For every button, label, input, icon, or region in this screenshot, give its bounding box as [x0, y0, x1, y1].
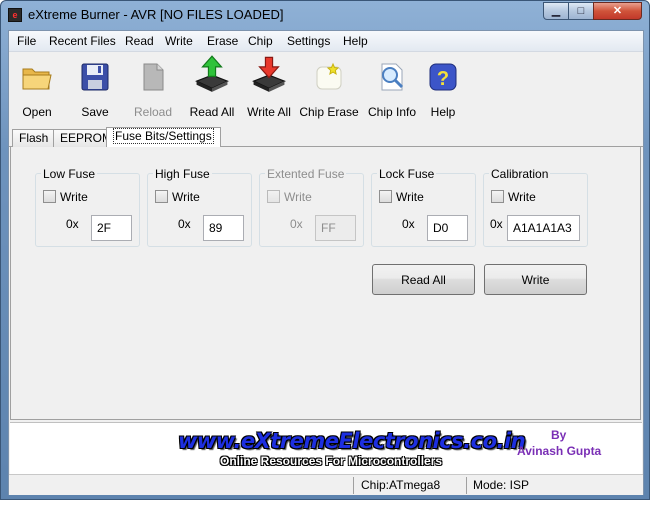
tab-fuse-bits-settings-label: Fuse Bits/Settings	[113, 128, 214, 144]
maximize-button[interactable]: □	[568, 2, 594, 20]
status-separator	[353, 477, 354, 494]
client-area: File Recent Files Read Write Erase Chip …	[8, 30, 644, 495]
banner-tagline: Online Resources For Microcontrollers	[220, 454, 443, 468]
lock-fuse-input[interactable]: D0	[427, 215, 468, 241]
magnifier-icon	[381, 63, 404, 91]
lock-fuse-hex-prefix: 0x	[402, 217, 415, 231]
app-window: e eXtreme Burner - AVR [NO FILES LOADED]…	[0, 0, 650, 500]
eraser-icon	[316, 62, 342, 90]
chip-erase-button[interactable]: Chip Erase	[294, 59, 364, 119]
low-fuse-group: Low Fuse Write 0x 2F	[35, 167, 140, 247]
document-icon	[143, 63, 164, 91]
calibration-input[interactable]: A1A1A1A3	[507, 215, 580, 241]
window-title: eXtreme Burner - AVR [NO FILES LOADED]	[28, 7, 284, 22]
lock-fuse-write-checkbox[interactable]	[379, 190, 392, 203]
lock-fuse-title: Lock Fuse	[377, 167, 437, 181]
extended-fuse-write-label: Write	[284, 190, 312, 204]
low-fuse-title: Low Fuse	[41, 167, 98, 181]
tab-fuse-bits-settings[interactable]: Fuse Bits/Settings	[106, 127, 221, 148]
calibration-hex-prefix: 0x	[490, 217, 503, 231]
lock-fuse-group: Lock Fuse Write 0x D0	[371, 167, 476, 247]
close-button[interactable]: ✕	[593, 2, 642, 20]
write-fuses-button[interactable]: Write	[484, 264, 587, 295]
chip-write-icon	[252, 56, 286, 92]
footer-banner: www.eXtremeElectronics.co.in Online Reso…	[10, 422, 642, 474]
high-fuse-title: High Fuse	[153, 167, 212, 181]
read-all-fuses-button[interactable]: Read All	[372, 264, 475, 295]
tab-strip: Flash EEPROM Fuse Bits/Settings	[9, 127, 643, 148]
menu-erase[interactable]: Erase	[207, 34, 238, 48]
menu-chip[interactable]: Chip	[248, 34, 273, 48]
app-icon[interactable]: e	[8, 8, 22, 22]
menu-help[interactable]: Help	[343, 34, 368, 48]
extended-fuse-input[interactable]: FF	[315, 215, 356, 241]
low-fuse-input[interactable]: 2F	[91, 215, 132, 241]
maximize-icon: □	[577, 5, 585, 17]
calibration-title: Calibration	[489, 167, 551, 181]
help-button[interactable]: ? Help	[408, 59, 478, 119]
extended-fuse-hex-prefix: 0x	[290, 217, 303, 231]
menu-read[interactable]: Read	[125, 34, 154, 48]
menu-settings[interactable]: Settings	[287, 34, 330, 48]
minimize-button[interactable]: ▁	[543, 2, 569, 20]
high-fuse-hex-prefix: 0x	[178, 217, 191, 231]
floppy-icon	[81, 63, 109, 91]
tab-flash[interactable]: Flash	[12, 129, 56, 147]
extended-fuse-group: Extented Fuse Write 0x FF	[259, 167, 364, 247]
lock-fuse-write-label: Write	[396, 190, 424, 204]
close-icon: ✕	[612, 5, 623, 17]
banner-url[interactable]: www.eXtremeElectronics.co.in	[178, 429, 526, 453]
extended-fuse-title: Extented Fuse	[265, 167, 347, 181]
chip-erase-label: Chip Erase	[299, 105, 359, 119]
high-fuse-write-label: Write	[172, 190, 200, 204]
status-mode: Mode: ISP	[473, 478, 530, 492]
folder-icon	[22, 68, 52, 90]
help-glyph: ?	[437, 68, 449, 90]
high-fuse-write-checkbox[interactable]	[155, 190, 168, 203]
banner-author: Avinash Gupta	[517, 444, 602, 458]
status-separator	[466, 477, 467, 494]
status-chip: Chip:ATmega8	[361, 478, 441, 492]
high-fuse-group: High Fuse Write 0x 89	[147, 167, 252, 247]
menu-bar: File Recent Files Read Write Erase Chip …	[9, 31, 643, 52]
low-fuse-write-label: Write	[60, 190, 88, 204]
high-fuse-input[interactable]: 89	[203, 215, 244, 241]
calibration-write-label: Write	[508, 190, 536, 204]
help-icon: ?	[429, 63, 457, 91]
fuse-settings-panel: Low Fuse Write 0x 2F High Fuse Write 0x …	[10, 147, 641, 420]
chip-read-icon	[195, 55, 229, 92]
minimize-icon: ▁	[551, 5, 561, 17]
menu-file[interactable]: File	[17, 34, 36, 48]
banner-by: By	[551, 428, 567, 442]
toolbar: Open Save Reload Read All Write All Chip…	[9, 53, 643, 125]
status-bar: Chip:ATmega8 Mode: ISP	[9, 474, 643, 495]
calibration-write-checkbox[interactable]	[491, 190, 504, 203]
menu-write[interactable]: Write	[165, 34, 193, 48]
low-fuse-write-checkbox[interactable]	[43, 190, 56, 203]
calibration-group: Calibration Write 0x A1A1A1A3	[483, 167, 588, 247]
title-bar[interactable]: e eXtreme Burner - AVR [NO FILES LOADED]…	[1, 1, 649, 29]
menu-recent-files[interactable]: Recent Files	[49, 34, 116, 48]
low-fuse-hex-prefix: 0x	[66, 217, 79, 231]
help-label: Help	[430, 105, 456, 119]
extended-fuse-write-checkbox[interactable]	[267, 190, 280, 203]
